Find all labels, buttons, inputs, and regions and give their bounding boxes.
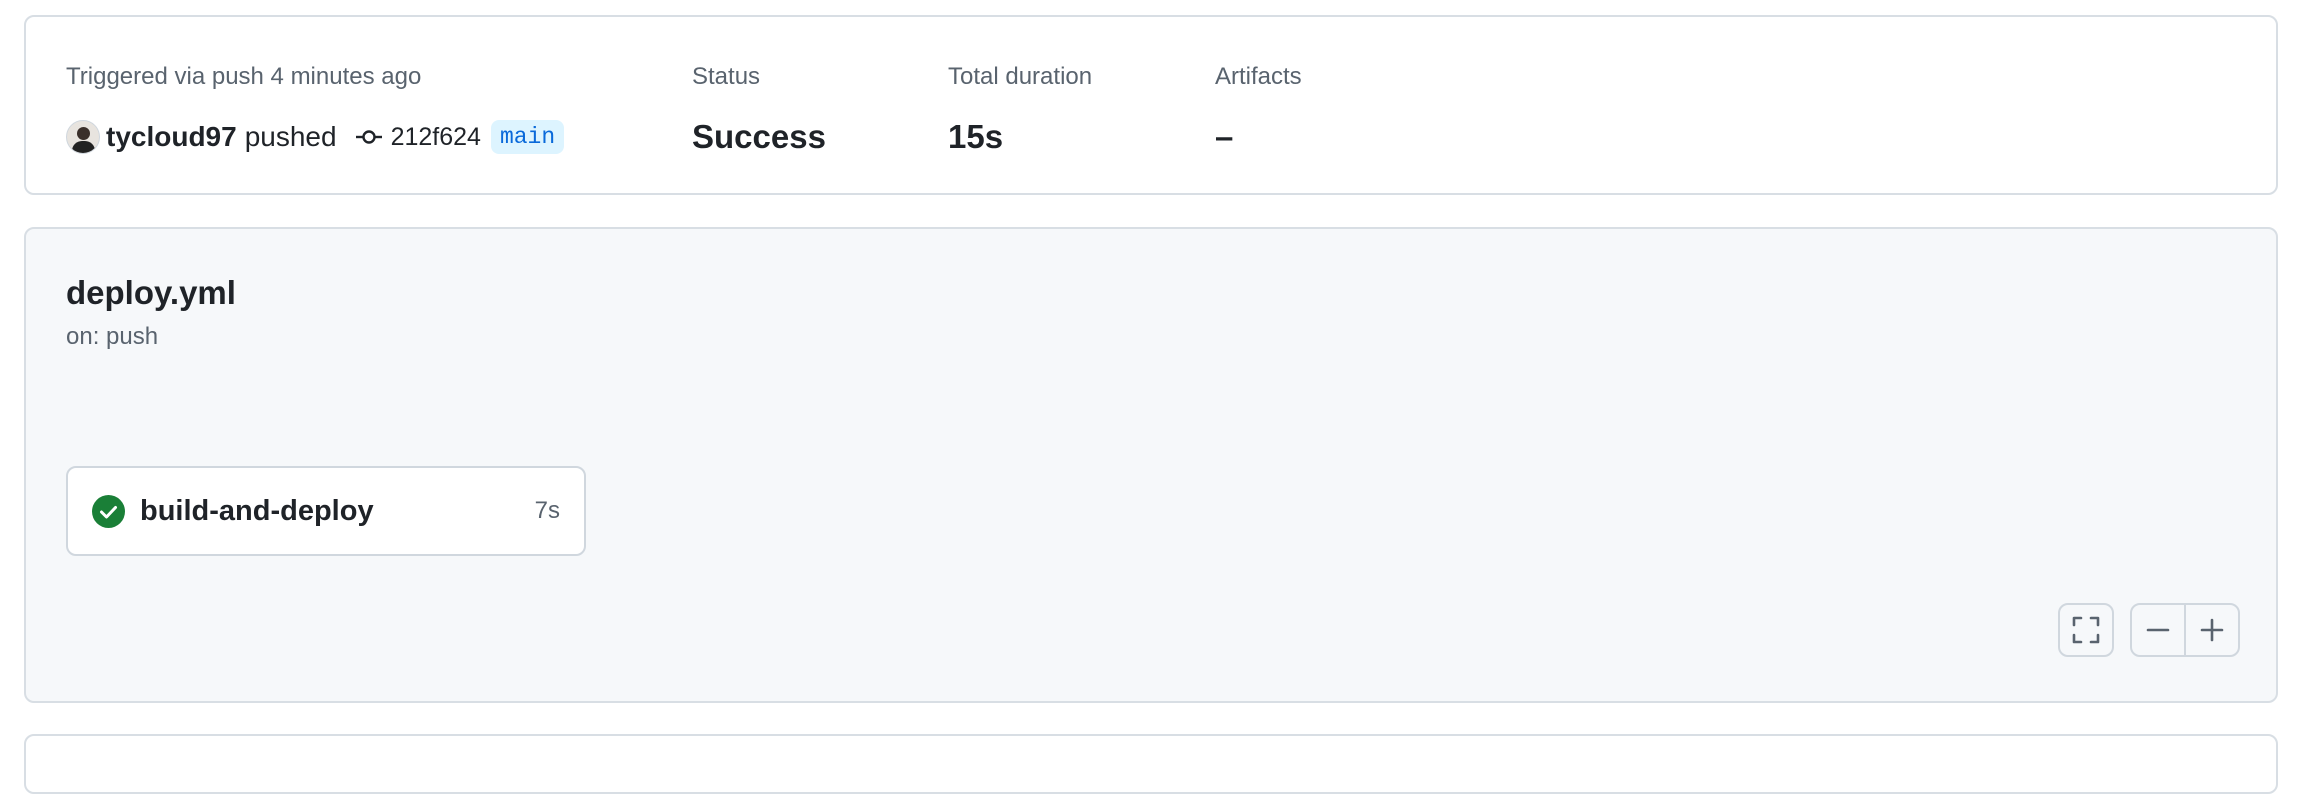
zoom-controls	[2130, 603, 2240, 657]
artifacts-label: Artifacts	[1215, 63, 1302, 90]
trigger-section: Triggered via push 4 minutes ago tycloud…	[66, 61, 565, 157]
duration-section: Total duration 15s	[948, 61, 1092, 157]
branch-badge[interactable]: main	[490, 120, 565, 154]
workflow-file-title[interactable]: deploy.yml	[66, 273, 236, 313]
fullscreen-button[interactable]	[2058, 603, 2114, 657]
trigger-details: tycloud97 pushed 212f624 main	[66, 117, 565, 157]
job-name: build-and-deploy	[140, 494, 374, 527]
next-section-card	[24, 734, 2278, 794]
artifacts-value: –	[1215, 118, 1234, 155]
status-section: Status Success	[692, 61, 826, 157]
avatar[interactable]	[66, 120, 100, 154]
plus-icon	[2200, 618, 2224, 642]
zoom-in-button[interactable]	[2184, 605, 2238, 655]
push-action-text: pushed	[244, 121, 337, 152]
run-summary-card: Triggered via push 4 minutes ago tycloud…	[24, 15, 2278, 195]
job-duration: 7s	[534, 497, 560, 524]
zoom-out-button[interactable]	[2132, 605, 2184, 655]
duration-label: Total duration	[948, 63, 1093, 90]
artifacts-section: Artifacts –	[1215, 61, 1302, 157]
commit-sha-link[interactable]: 212f624	[391, 123, 481, 152]
duration-value: 15s	[948, 118, 1004, 155]
status-label: Status	[692, 63, 761, 90]
dash-icon	[2146, 628, 2170, 632]
actor-link[interactable]: tycloud97	[106, 121, 237, 153]
workflow-trigger: on: push	[66, 323, 159, 350]
check-circle-fill-icon	[92, 494, 125, 528]
status-value: Success	[692, 118, 826, 155]
screen-full-icon	[2072, 616, 2100, 644]
trigger-label: Triggered via push 4 minutes ago	[66, 63, 422, 90]
git-commit-icon	[355, 130, 382, 144]
workflow-graph-card: deploy.yml on: push build-and-deploy 7s	[24, 227, 2278, 703]
job-card-build-and-deploy[interactable]: build-and-deploy 7s	[66, 466, 586, 556]
